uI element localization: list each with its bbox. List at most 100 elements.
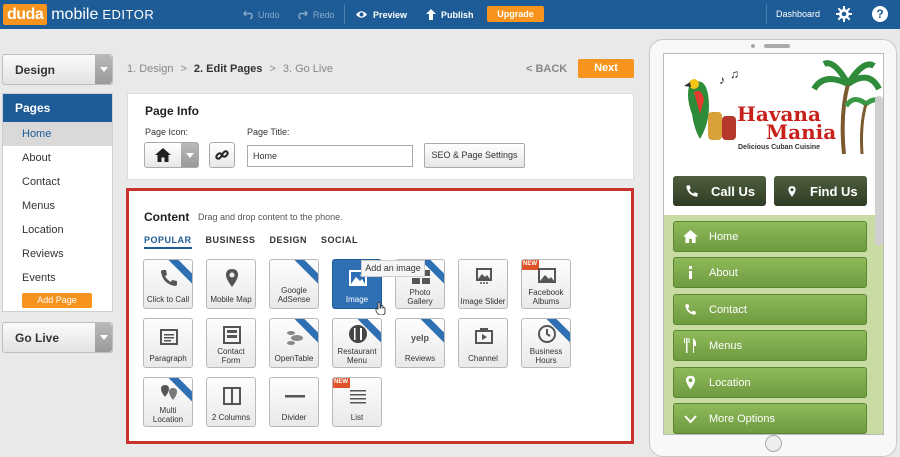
- widget-list[interactable]: NEW List: [332, 377, 382, 427]
- widget-paragraph[interactable]: Paragraph: [143, 318, 193, 368]
- back-button[interactable]: < BACK: [526, 63, 567, 75]
- page-item-reviews[interactable]: Reviews: [3, 242, 112, 266]
- phone-speaker: [764, 44, 790, 48]
- widget-channel[interactable]: Channel: [458, 318, 508, 368]
- phone-home-button: [765, 435, 782, 452]
- call-us-button[interactable]: Call Us: [673, 176, 766, 206]
- widget-business-hours[interactable]: Business Hours: [521, 318, 571, 368]
- breadcrumb: 1. Design > 2. Edit Pages > 3. Go Live: [127, 63, 333, 75]
- page-item-events[interactable]: Events: [3, 266, 112, 290]
- tab-design[interactable]: DESIGN: [270, 235, 308, 249]
- preview-button[interactable]: Preview: [355, 0, 407, 29]
- step-go-live[interactable]: 3. Go Live: [283, 63, 333, 75]
- widget-google-adsense[interactable]: Google AdSense: [269, 259, 319, 309]
- phone-screen: ♪ ♫ Havana Mania Delicious Cuban Cuisine…: [663, 53, 884, 435]
- help-button[interactable]: ?: [872, 6, 888, 22]
- step-edit-pages: 2. Edit Pages: [193, 63, 263, 75]
- chevron-down-icon: [684, 414, 697, 423]
- widget-label: Divider: [281, 413, 307, 422]
- widget-mobile-map[interactable]: Mobile Map: [206, 259, 256, 309]
- design-label: Design: [15, 63, 56, 77]
- publish-button[interactable]: Publish: [426, 0, 474, 29]
- content-panel: Content Drag and drop content to the pho…: [126, 188, 634, 444]
- widget-label: List: [350, 413, 364, 422]
- breadcrumb-separator: >: [269, 63, 276, 75]
- page-item-contact[interactable]: Contact: [3, 170, 112, 194]
- undo-button[interactable]: Undo: [243, 0, 280, 29]
- go-live-dropdown[interactable]: Go Live: [2, 322, 113, 353]
- brand-name-line2: Mania: [766, 120, 837, 144]
- page-title-label: Page Title:: [247, 127, 290, 137]
- link-button[interactable]: [209, 142, 235, 168]
- find-us-button[interactable]: Find Us: [774, 176, 867, 206]
- step-design[interactable]: 1. Design: [127, 63, 173, 75]
- page-item-location[interactable]: Location: [3, 218, 112, 242]
- widget-facebook-albums[interactable]: NEW Facebook Albums: [521, 259, 571, 309]
- widget-2-columns[interactable]: 2 Columns: [206, 377, 256, 427]
- nav-label: Home: [709, 230, 739, 243]
- page-item-menus[interactable]: Menus: [3, 194, 112, 218]
- widget-label: Photo Gallery: [407, 288, 433, 306]
- brand-tagline: Delicious Cuban Cuisine: [738, 144, 821, 151]
- phone-scrollbar[interactable]: [875, 96, 883, 246]
- widget-label: Click to Call: [146, 295, 190, 304]
- widget-label: Multi Location: [152, 406, 184, 424]
- chain-link-icon: [215, 150, 229, 160]
- upgrade-button[interactable]: Upgrade: [487, 6, 544, 22]
- phone-icon: [161, 270, 177, 286]
- nav-about[interactable]: About: [673, 257, 867, 288]
- page-icon-select[interactable]: [144, 142, 199, 168]
- yelp-icon: yelp: [411, 333, 430, 343]
- undo-label: Undo: [258, 9, 280, 20]
- content-title: Content: [144, 210, 190, 224]
- redo-button[interactable]: Redo: [298, 0, 335, 29]
- widget-label: Mobile Map: [210, 295, 252, 304]
- tab-social[interactable]: SOCIAL: [321, 235, 358, 249]
- nav-home[interactable]: Home: [673, 221, 867, 252]
- page-title-input[interactable]: [247, 145, 413, 167]
- page-item-home[interactable]: Home: [3, 122, 112, 146]
- list-icon: [350, 390, 366, 404]
- widget-opentable[interactable]: OpenTable: [269, 318, 319, 368]
- dashboard-link[interactable]: Dashboard: [776, 0, 820, 29]
- chevron-down-icon: [181, 143, 198, 167]
- map-pin-icon: [226, 269, 238, 287]
- design-dropdown[interactable]: Design: [2, 54, 113, 85]
- seo-settings-button[interactable]: SEO & Page Settings: [424, 143, 525, 168]
- divider-icon: [285, 395, 305, 398]
- hand-cursor-icon: [375, 302, 386, 315]
- widget-click-to-call[interactable]: Click to Call: [143, 259, 193, 309]
- widget-multi-location[interactable]: Multi Location: [143, 377, 193, 427]
- redo-icon: [298, 10, 308, 19]
- tab-popular[interactable]: POPULAR: [144, 235, 192, 249]
- nav-contact[interactable]: Contact: [673, 294, 867, 325]
- nav-location[interactable]: Location: [673, 367, 867, 398]
- paragraph-icon: [160, 329, 178, 345]
- info-icon: [689, 266, 692, 279]
- phone-preview: ♪ ♫ Havana Mania Delicious Cuban Cuisine…: [649, 39, 897, 457]
- album-icon: [538, 268, 556, 283]
- page-item-about[interactable]: About: [3, 146, 112, 170]
- widget-label: Restaurant Menu: [337, 347, 377, 365]
- svg-text:♪: ♪: [719, 73, 725, 87]
- add-page-button[interactable]: Add Page: [22, 293, 92, 308]
- gear-icon[interactable]: [836, 6, 852, 22]
- widget-divider[interactable]: Divider: [269, 377, 319, 427]
- fork-knife-icon: [684, 338, 697, 353]
- duda-mobile-logo: duda mobile EDITOR: [3, 4, 154, 26]
- widget-contact-form[interactable]: Contact Form: [206, 318, 256, 368]
- next-button[interactable]: Next: [578, 59, 634, 78]
- video-channel-icon: [475, 328, 493, 344]
- premium-ribbon: [289, 260, 318, 288]
- nav-label: More Options: [709, 412, 776, 425]
- tab-business[interactable]: BUSINESS: [206, 235, 256, 249]
- widget-restaurant-menu[interactable]: Restaurant Menu: [332, 318, 382, 368]
- widget-label: 2 Columns: [211, 413, 251, 422]
- widget-label: Paragraph: [149, 354, 187, 363]
- widget-image-slider[interactable]: Image Slider: [458, 259, 508, 309]
- nav-menus[interactable]: Menus: [673, 330, 867, 361]
- nav-more-options[interactable]: More Options: [673, 403, 867, 434]
- widget-reviews[interactable]: yelp Reviews: [395, 318, 445, 368]
- widget-label: Reviews: [404, 354, 436, 363]
- map-pin-icon: [788, 185, 796, 197]
